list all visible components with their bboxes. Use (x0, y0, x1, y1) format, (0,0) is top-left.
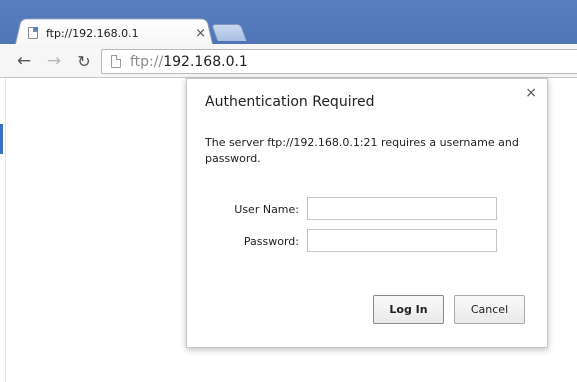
page-icon (111, 55, 121, 68)
cancel-button[interactable]: Cancel (454, 295, 525, 324)
password-label: Password: (243, 235, 299, 248)
back-arrow-icon[interactable]: ← (12, 50, 36, 72)
new-tab-button[interactable] (210, 24, 248, 41)
password-field[interactable] (307, 229, 497, 252)
login-button[interactable]: Log In (373, 295, 444, 324)
tab-close-icon[interactable]: × (195, 26, 206, 41)
username-field[interactable] (307, 197, 497, 220)
username-label: User Name: (234, 203, 299, 216)
reload-icon[interactable]: ↻ (72, 50, 96, 72)
page-left-marker (0, 124, 3, 154)
dialog-message: The server ftp://192.168.0.1:21 requires… (205, 136, 519, 165)
address-url[interactable]: ftp://192.168.0.1 (130, 54, 248, 70)
dialog-title: Authentication Required (205, 94, 375, 110)
auth-dialog: Authentication Required × The server ftp… (186, 78, 548, 348)
browser-tab-content[interactable]: ftp://192.168.0.1 × (22, 20, 212, 46)
url-host: 192.168.0.1 (163, 53, 248, 70)
close-icon[interactable]: × (525, 85, 537, 101)
address-bar[interactable]: ftp://192.168.0.1 (101, 49, 577, 74)
forward-arrow-icon[interactable]: → (42, 50, 66, 72)
page-icon (28, 27, 38, 39)
url-scheme: ftp:// (130, 53, 164, 70)
tab-title: ftp://192.168.0.1 (46, 26, 139, 40)
